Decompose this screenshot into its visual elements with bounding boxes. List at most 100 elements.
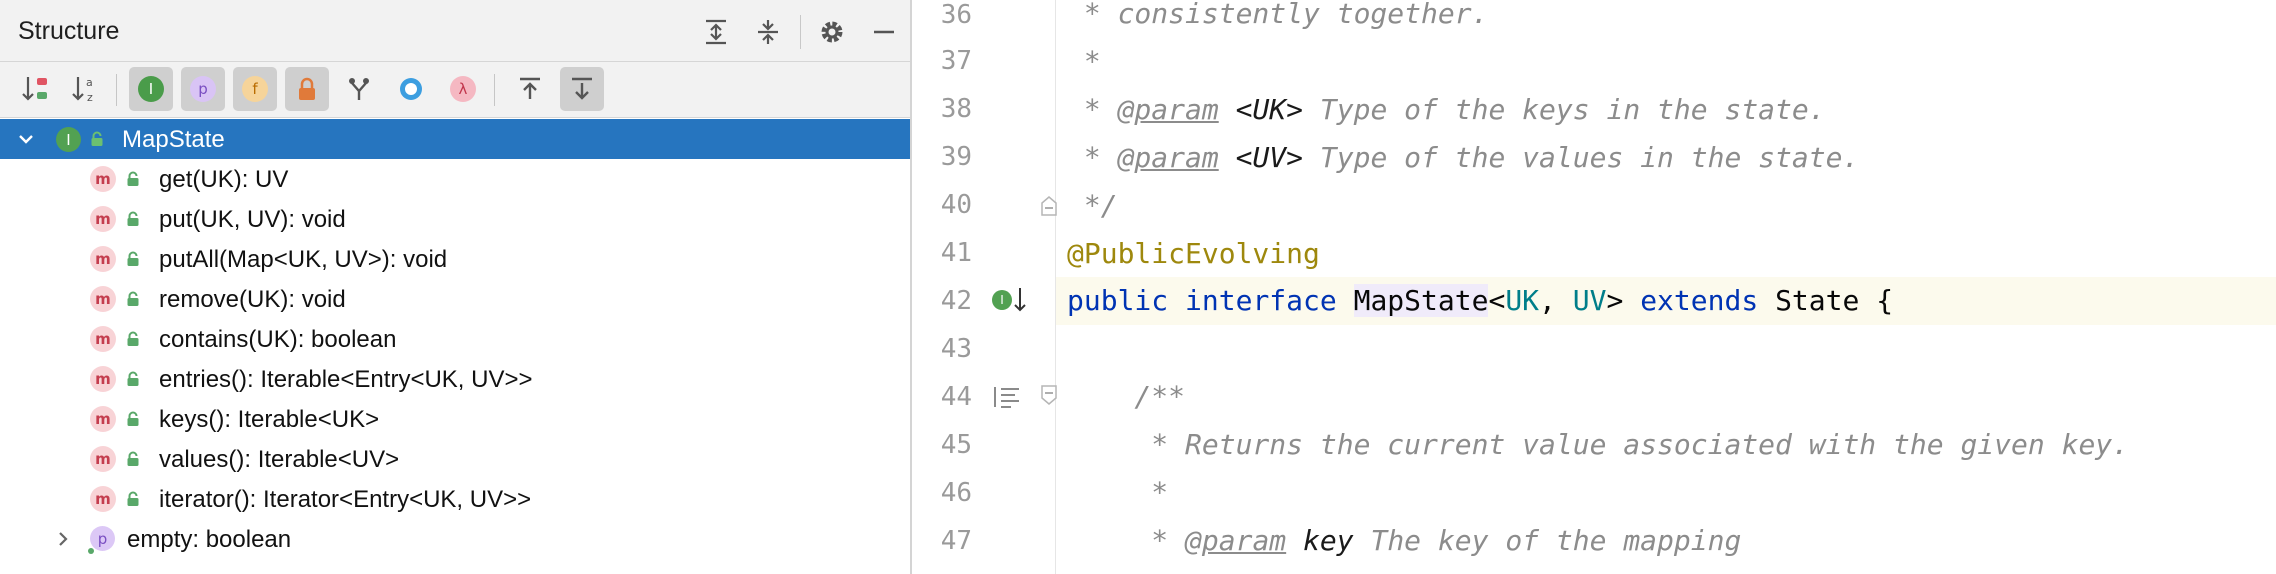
public-lock-icon [91, 131, 103, 146]
fold-marker-icon[interactable] [1040, 195, 1058, 217]
keyword: public [1067, 284, 1169, 317]
line-number: 41 [940, 238, 972, 268]
fold-marker-icon[interactable] [1040, 384, 1058, 406]
code-line-42[interactable]: public interface MapState<UK, UV> extend… [1067, 277, 1893, 325]
sort-by-visibility-icon[interactable] [14, 67, 58, 111]
method-icon: m [90, 286, 116, 312]
code-line-36[interactable]: * consistently together. [1067, 0, 1489, 38]
keyword: extends [1640, 284, 1759, 317]
angle-bracket: > [1606, 284, 1624, 317]
comment-text: * Returns the current value associated w… [1067, 428, 2130, 461]
comment-star: * [1067, 524, 1186, 557]
public-dot-icon [88, 548, 94, 554]
chevron-right-icon[interactable] [54, 530, 72, 548]
sort-alphabetically-icon[interactable]: az [64, 67, 108, 111]
javadoc-param-name: <UV> [1218, 141, 1304, 174]
line-number: 36 [940, 0, 972, 30]
code-line-45[interactable]: * Returns the current value associated w… [1067, 421, 2129, 469]
code-line-38[interactable]: * @param <UK> Type of the keys in the st… [1067, 86, 1826, 134]
code-line-40[interactable]: */ [1067, 182, 1118, 230]
implemented-interface-icon[interactable]: I [992, 290, 1012, 310]
line-number: 47 [940, 526, 972, 556]
method-label: put(UK, UV): void [159, 206, 346, 233]
show-fields-icon[interactable]: f [233, 67, 277, 111]
show-properties-icon[interactable]: p [181, 67, 225, 111]
tree-node-method[interactable]: m entries(): Iterable<Entry<UK, UV>> [0, 359, 910, 399]
code-line-44[interactable]: /** [1067, 373, 1185, 421]
show-implemented-interfaces-icon[interactable] [337, 67, 381, 111]
interface-badge: I [56, 127, 81, 152]
property-label: empty: boolean [127, 526, 292, 553]
tree-node-method[interactable]: m putAll(Map<UK, UV>): void [0, 239, 910, 279]
tree-node-mapstate[interactable]: I MapState [0, 119, 910, 159]
line-number: 45 [940, 430, 972, 460]
toolbar-separator [116, 74, 117, 106]
tree-node-method[interactable]: m get(UK): UV [0, 159, 910, 199]
tree-node-method[interactable]: m keys(): Iterable<UK> [0, 399, 910, 439]
comment-text: /** [1067, 380, 1186, 413]
svg-text:z: z [87, 91, 93, 104]
arrow-down-icon [1014, 288, 1026, 312]
structure-panel: Structure az I p f λ I MapState m get(UK… [0, 0, 912, 574]
public-lock-icon [127, 331, 139, 346]
method-icon: m [90, 446, 116, 472]
method-icon: m [90, 366, 116, 392]
inherited-badge: I [138, 76, 164, 102]
autoscroll-from-source-icon[interactable] [560, 67, 604, 111]
method-label: entries(): Iterable<Entry<UK, UV>> [159, 366, 533, 393]
autoscroll-to-source-icon[interactable] [508, 67, 552, 111]
tree-node-method[interactable]: m iterator(): Iterator<Entry<UK, UV>> [0, 479, 910, 519]
gear-icon[interactable] [812, 12, 852, 52]
javadoc-param-name: <UK> [1218, 93, 1304, 126]
annotation: @PublicEvolving [1067, 237, 1320, 270]
tree-node-property[interactable]: p empty: boolean [0, 519, 910, 559]
field-badge: f [242, 76, 268, 102]
minimize-icon[interactable] [864, 12, 904, 52]
tree-node-method[interactable]: m values(): Iterable<UV> [0, 439, 910, 479]
code-line-41[interactable]: @PublicEvolving [1067, 230, 1320, 278]
method-icon: m [90, 166, 116, 192]
line-number: 40 [940, 190, 972, 220]
method-icon: m [90, 486, 116, 512]
show-lambdas-icon[interactable]: λ [441, 67, 485, 111]
comment-star: * [1067, 93, 1118, 126]
type-parameter: UV [1572, 284, 1607, 317]
method-icon: m [90, 326, 116, 352]
show-non-public-icon[interactable] [285, 67, 329, 111]
method-icon: m [90, 406, 116, 432]
line-number: 37 [940, 46, 972, 76]
method-label: remove(UK): void [159, 286, 346, 313]
javadoc-tag: @param [1185, 524, 1287, 557]
code-line-47[interactable]: * @param key The key of the mapping [1067, 517, 1741, 565]
punctuation: , [1539, 284, 1573, 317]
chevron-down-icon[interactable] [17, 130, 35, 148]
class-name: MapState [1353, 284, 1489, 317]
public-lock-icon [127, 371, 139, 386]
show-inherited-icon[interactable]: I [129, 67, 173, 111]
tree-node-method[interactable]: m contains(UK): boolean [0, 319, 910, 359]
code-line-46[interactable]: * [1067, 469, 1168, 517]
tree-node-method[interactable]: m put(UK, UV): void [0, 199, 910, 239]
comment-text: The key of the mapping [1353, 524, 1742, 557]
panel-title: Structure [18, 17, 120, 45]
render-doc-icon[interactable] [992, 384, 1022, 410]
angle-bracket: < [1488, 284, 1506, 317]
method-label: putAll(Map<UK, UV>): void [159, 246, 448, 273]
code-line-37[interactable]: * [1067, 38, 1101, 86]
collapse-all-icon[interactable] [748, 12, 788, 52]
line-number: 44 [940, 382, 972, 412]
public-lock-icon [127, 291, 139, 306]
superclass-name: State [1775, 284, 1860, 317]
code-line-39[interactable]: * @param <UV> Type of the values in the … [1067, 134, 1859, 182]
method-label: keys(): Iterable<UK> [159, 406, 380, 433]
header-separator [800, 15, 801, 49]
public-lock-icon [127, 411, 139, 426]
comment-star: * [1067, 141, 1118, 174]
method-icon: m [90, 246, 116, 272]
show-anonymous-classes-icon[interactable] [389, 67, 433, 111]
expand-all-icon[interactable] [696, 12, 736, 52]
code-editor: 36 37 38 39 40 41 42 43 44 45 46 47 I * … [912, 0, 2276, 574]
line-number: 43 [940, 334, 972, 364]
comment-text: */ [1067, 189, 1118, 222]
tree-node-method[interactable]: m remove(UK): void [0, 279, 910, 319]
